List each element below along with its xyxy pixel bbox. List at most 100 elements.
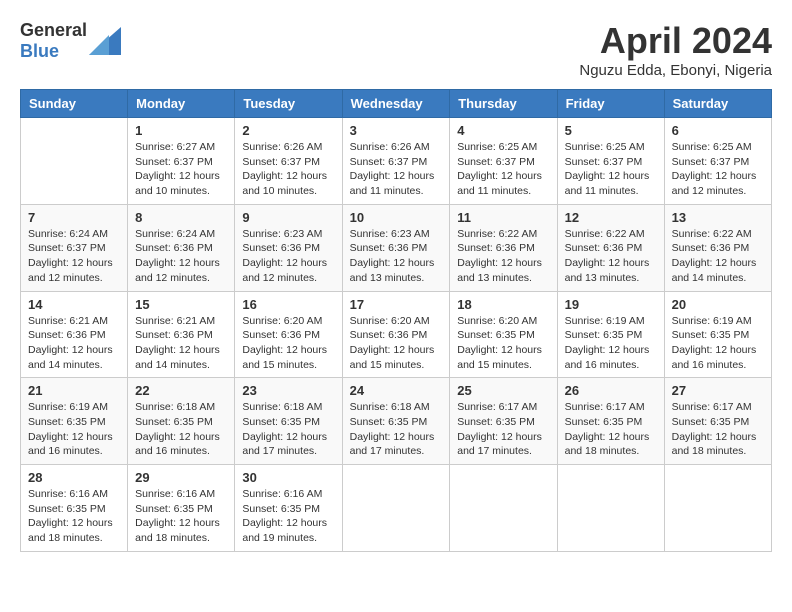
day-number: 18 [457,297,549,312]
calendar-cell: 23 Sunrise: 6:18 AMSunset: 6:35 PMDayligh… [235,378,342,465]
day-info: Sunrise: 6:18 AMSunset: 6:35 PMDaylight:… [242,400,334,459]
day-info: Sunrise: 6:17 AMSunset: 6:35 PMDaylight:… [672,400,764,459]
week-row-4: 21 Sunrise: 6:19 AMSunset: 6:35 PMDayligh… [21,378,772,465]
day-info: Sunrise: 6:18 AMSunset: 6:35 PMDaylight:… [135,400,227,459]
day-number: 11 [457,210,549,225]
day-info: Sunrise: 6:22 AMSunset: 6:36 PMDaylight:… [672,227,764,286]
day-info: Sunrise: 6:26 AMSunset: 6:37 PMDaylight:… [350,140,443,199]
calendar-cell: 8 Sunrise: 6:24 AMSunset: 6:36 PMDaylight… [128,204,235,291]
page-header: General Blue April 2024 Nguzu Edda, Ebon… [20,20,772,79]
day-number: 25 [457,383,549,398]
logo-icon [89,27,121,55]
calendar-cell: 25 Sunrise: 6:17 AMSunset: 6:35 PMDayligh… [450,378,557,465]
calendar-cell [21,118,128,205]
calendar-cell: 28 Sunrise: 6:16 AMSunset: 6:35 PMDayligh… [21,465,128,552]
week-row-5: 28 Sunrise: 6:16 AMSunset: 6:35 PMDayligh… [21,465,772,552]
calendar-cell: 22 Sunrise: 6:18 AMSunset: 6:35 PMDayligh… [128,378,235,465]
day-number: 24 [350,383,443,398]
day-info: Sunrise: 6:25 AMSunset: 6:37 PMDaylight:… [672,140,764,199]
day-info: Sunrise: 6:17 AMSunset: 6:35 PMDaylight:… [565,400,657,459]
day-number: 23 [242,383,334,398]
calendar-cell: 18 Sunrise: 6:20 AMSunset: 6:35 PMDayligh… [450,291,557,378]
day-number: 13 [672,210,764,225]
calendar-cell: 6 Sunrise: 6:25 AMSunset: 6:37 PMDaylight… [664,118,771,205]
calendar-cell: 19 Sunrise: 6:19 AMSunset: 6:35 PMDayligh… [557,291,664,378]
logo: General Blue [20,20,121,62]
day-number: 6 [672,123,764,138]
day-number: 27 [672,383,764,398]
day-number: 12 [565,210,657,225]
week-row-2: 7 Sunrise: 6:24 AMSunset: 6:37 PMDaylight… [21,204,772,291]
calendar-cell: 5 Sunrise: 6:25 AMSunset: 6:37 PMDaylight… [557,118,664,205]
day-info: Sunrise: 6:16 AMSunset: 6:35 PMDaylight:… [135,487,227,546]
day-info: Sunrise: 6:20 AMSunset: 6:36 PMDaylight:… [242,314,334,373]
day-number: 22 [135,383,227,398]
calendar-cell: 1 Sunrise: 6:27 AMSunset: 6:37 PMDaylight… [128,118,235,205]
day-info: Sunrise: 6:23 AMSunset: 6:36 PMDaylight:… [350,227,443,286]
day-info: Sunrise: 6:24 AMSunset: 6:37 PMDaylight:… [28,227,120,286]
calendar-cell: 3Sunrise: 6:26 AMSunset: 6:37 PMDaylight… [342,118,450,205]
weekday-header-saturday: Saturday [664,90,771,118]
title-area: April 2024 Nguzu Edda, Ebonyi, Nigeria [579,20,772,79]
calendar-cell: 27 Sunrise: 6:17 AMSunset: 6:35 PMDayligh… [664,378,771,465]
calendar-cell: 12 Sunrise: 6:22 AMSunset: 6:36 PMDayligh… [557,204,664,291]
day-info: Sunrise: 6:19 AMSunset: 6:35 PMDaylight:… [672,314,764,373]
day-info: Sunrise: 6:21 AMSunset: 6:36 PMDaylight:… [135,314,227,373]
day-info: Sunrise: 6:16 AMSunset: 6:35 PMDaylight:… [242,487,334,546]
calendar-cell: 30 Sunrise: 6:16 AMSunset: 6:35 PMDayligh… [235,465,342,552]
day-info: Sunrise: 6:26 AMSunset: 6:37 PMDaylight:… [242,140,334,199]
day-info: Sunrise: 6:22 AMSunset: 6:36 PMDaylight:… [457,227,549,286]
day-info: Sunrise: 6:18 AMSunset: 6:35 PMDaylight:… [350,400,443,459]
week-row-3: 14Sunrise: 6:21 AMSunset: 6:36 PMDayligh… [21,291,772,378]
day-info: Sunrise: 6:20 AMSunset: 6:36 PMDaylight:… [350,314,443,373]
day-number: 9 [242,210,334,225]
calendar-cell: 14Sunrise: 6:21 AMSunset: 6:36 PMDayligh… [21,291,128,378]
day-info: Sunrise: 6:27 AMSunset: 6:37 PMDaylight:… [135,140,227,199]
weekday-header-row: SundayMondayTuesdayWednesdayThursdayFrid… [21,90,772,118]
calendar-table: SundayMondayTuesdayWednesdayThursdayFrid… [20,89,772,552]
day-info: Sunrise: 6:25 AMSunset: 6:37 PMDaylight:… [565,140,657,199]
day-info: Sunrise: 6:19 AMSunset: 6:35 PMDaylight:… [565,314,657,373]
calendar-cell: 24 Sunrise: 6:18 AMSunset: 6:35 PMDayligh… [342,378,450,465]
calendar-cell [664,465,771,552]
calendar-cell [342,465,450,552]
calendar-cell: 9Sunrise: 6:23 AMSunset: 6:36 PMDaylight… [235,204,342,291]
day-number: 29 [135,470,227,485]
day-number: 8 [135,210,227,225]
calendar-cell: 29 Sunrise: 6:16 AMSunset: 6:35 PMDayligh… [128,465,235,552]
calendar-cell: 15Sunrise: 6:21 AMSunset: 6:36 PMDayligh… [128,291,235,378]
day-number: 20 [672,297,764,312]
weekday-header-thursday: Thursday [450,90,557,118]
day-info: Sunrise: 6:20 AMSunset: 6:35 PMDaylight:… [457,314,549,373]
day-info: Sunrise: 6:22 AMSunset: 6:36 PMDaylight:… [565,227,657,286]
weekday-header-sunday: Sunday [21,90,128,118]
day-number: 21 [28,383,120,398]
calendar-cell: 13 Sunrise: 6:22 AMSunset: 6:36 PMDayligh… [664,204,771,291]
day-number: 19 [565,297,657,312]
day-number: 10 [350,210,443,225]
weekday-header-wednesday: Wednesday [342,90,450,118]
calendar-cell: 26Sunrise: 6:17 AMSunset: 6:35 PMDayligh… [557,378,664,465]
day-number: 28 [28,470,120,485]
day-number: 4 [457,123,549,138]
logo-blue: Blue [20,41,59,61]
month-title: April 2024 [579,20,772,62]
day-info: Sunrise: 6:19 AMSunset: 6:35 PMDaylight:… [28,400,120,459]
calendar-cell: 21 Sunrise: 6:19 AMSunset: 6:35 PMDayligh… [21,378,128,465]
day-info: Sunrise: 6:25 AMSunset: 6:37 PMDaylight:… [457,140,549,199]
location-subtitle: Nguzu Edda, Ebonyi, Nigeria [579,62,772,79]
day-number: 7 [28,210,120,225]
day-number: 17 [350,297,443,312]
calendar-cell: 17 Sunrise: 6:20 AMSunset: 6:36 PMDayligh… [342,291,450,378]
day-number: 5 [565,123,657,138]
day-info: Sunrise: 6:16 AMSunset: 6:35 PMDaylight:… [28,487,120,546]
weekday-header-friday: Friday [557,90,664,118]
day-number: 1 [135,123,227,138]
day-info: Sunrise: 6:24 AMSunset: 6:36 PMDaylight:… [135,227,227,286]
day-number: 30 [242,470,334,485]
day-info: Sunrise: 6:21 AMSunset: 6:36 PMDaylight:… [28,314,120,373]
calendar-cell: 10 Sunrise: 6:23 AMSunset: 6:36 PMDayligh… [342,204,450,291]
calendar-cell [450,465,557,552]
day-info: Sunrise: 6:17 AMSunset: 6:35 PMDaylight:… [457,400,549,459]
calendar-cell: 2Sunrise: 6:26 AMSunset: 6:37 PMDaylight… [235,118,342,205]
